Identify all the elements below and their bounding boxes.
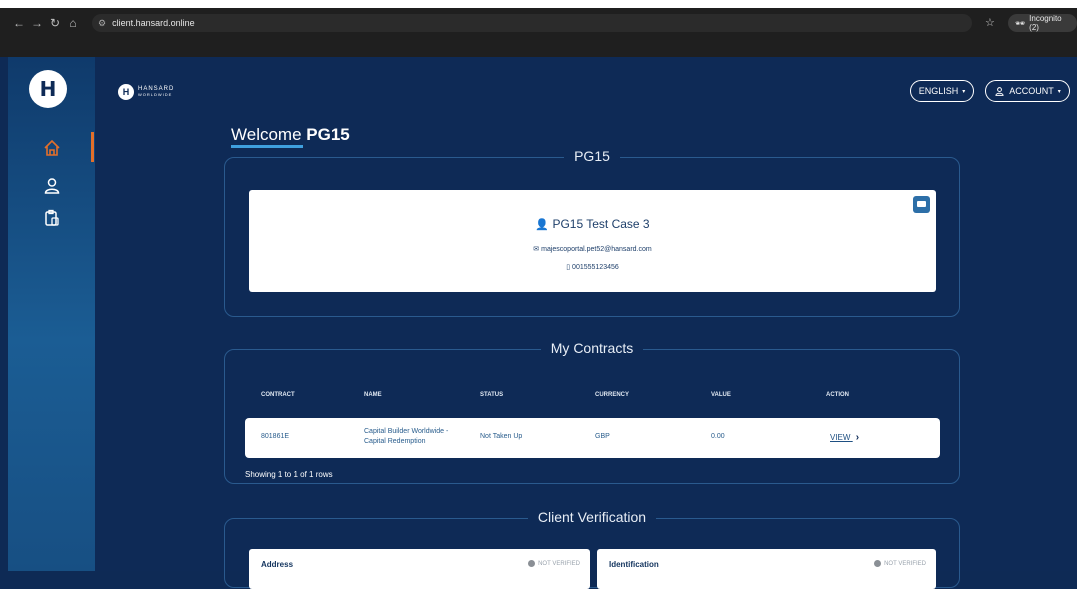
caret-down-icon: ▾ [962,88,966,95]
bookmark-star-icon[interactable]: ☆ [985,16,995,29]
active-nav-indicator [91,132,94,162]
envelope-icon: ✉ [533,246,540,253]
identification-status-text: NOT VERIFIED [884,560,926,567]
caret-down-icon: ▾ [1057,88,1061,95]
profile-name-line: 👤 PG15 Test Case 3 [249,217,936,231]
status-dot-icon [528,560,536,567]
logo-letter: H [39,77,57,101]
contract-value: 0.00 [711,433,725,440]
incognito-label: Incognito (2) [1029,14,1062,32]
contract-name-line2: Capital Redemption [364,438,426,445]
column-header-name: NAME [364,392,382,398]
account-label: ACCOUNT [1009,86,1054,96]
table-row: 801861E Capital Builder Worldwide - Capi… [245,418,940,458]
column-header-action: ACTION [826,392,849,398]
language-label: ENGLISH [918,86,959,96]
back-icon[interactable]: ← [10,16,28,30]
contract-number: 801861E [261,433,290,440]
site-settings-icon[interactable]: ⚙ [98,18,106,29]
forward-icon[interactable]: → [28,16,46,30]
contracts-panel: My Contracts CONTRACT NAME STATUS CURREN… [224,340,960,484]
profile-phone-line: ▯ 001555123456 [249,263,936,271]
home-icon[interactable]: ⌂ [64,16,82,30]
side-rail: H [8,57,95,571]
profile-email: majescoportal.pet52@hansard.com [541,246,652,253]
column-header-status: STATUS [480,392,504,398]
browser-chrome: ← → ↻ ⌂ ⚙ client.hansard.online ☆ 🕶 Inco… [0,0,1077,57]
profile-panel: PG15 👤 PG15 Test Case 3 ✉ majescoportal.… [224,148,960,317]
identification-card[interactable]: Identification NOT VERIFIED [597,549,936,589]
brand-mark: H [118,84,134,100]
profile-panel-title: PG15 [564,148,620,164]
brand-tagline: WORLDWIDE [138,92,173,97]
address-status-text: NOT VERIFIED [538,560,580,567]
welcome-heading: Welcome PG15 [231,125,350,145]
pagination-info: Showing 1 to 1 of 1 rows [245,470,333,479]
profile-phone: 001555123456 [572,264,619,271]
phone-icon: ▯ [566,264,571,271]
column-header-value: VALUE [711,392,731,398]
view-contract-link[interactable]: VIEW › [830,432,859,443]
welcome-prefix: Welcome [231,125,302,144]
profile-nav-icon[interactable] [41,175,63,197]
contracts-panel-title: My Contracts [540,340,644,356]
user-icon [995,86,1004,96]
address-card[interactable]: Address NOT VERIFIED [249,549,590,589]
contracts-title-wrap: My Contracts [225,340,959,358]
account-dropdown[interactable]: ACCOUNT ▾ [985,80,1070,102]
verification-panel-title: Client Verification [527,509,657,525]
app-root: H H HANSARD WORLDWIDE ENGLISH ▾ ACCOUNT … [8,57,1077,589]
profile-full-name: PG15 Test Case 3 [552,217,650,231]
home-nav-icon[interactable] [41,137,63,159]
verification-title-wrap: Client Verification [225,509,959,527]
url-text: client.hansard.online [112,18,195,28]
rail-logo[interactable]: H [29,70,67,108]
chevron-right-icon: › [855,432,860,443]
column-header-contract: CONTRACT [261,392,295,398]
column-header-currency: CURRENCY [595,392,630,398]
address-status: NOT VERIFIED [528,560,580,567]
documents-nav-icon[interactable] [41,207,63,229]
welcome-name: PG15 [306,125,350,144]
person-icon: 👤 [535,219,550,231]
view-link-label: VIEW [830,433,851,442]
brand-wordmark: HANSARD WORLDWIDE [138,86,174,98]
contract-status: Not Taken Up [480,433,523,440]
contract-name: Capital Builder Worldwide - Capital Rede… [364,427,448,447]
incognito-icon: 🕶 [1015,18,1026,28]
status-dot-icon [874,560,882,567]
profile-card: 👤 PG15 Test Case 3 ✉ majescoportal.pet52… [249,190,936,292]
identification-status: NOT VERIFIED [874,560,926,567]
profile-email-line: ✉ majescoportal.pet52@hansard.com [249,245,936,253]
reload-icon[interactable]: ↻ [46,16,64,30]
brand-logo[interactable]: H HANSARD WORLDWIDE [118,84,174,100]
incognito-badge[interactable]: 🕶 Incognito (2) [1008,14,1077,32]
contact-card-button[interactable] [913,196,930,213]
contract-name-line1: Capital Builder Worldwide - [364,428,449,435]
language-dropdown[interactable]: ENGLISH ▾ [910,80,974,102]
profile-panel-title-wrap: PG15 [225,148,959,166]
address-label: Address [261,560,294,569]
address-bar[interactable]: ⚙ client.hansard.online [92,14,972,32]
verification-panel: Client Verification Address NOT VERIFIED… [224,509,960,589]
contract-currency: GBP [595,433,610,440]
identification-label: Identification [609,560,659,569]
